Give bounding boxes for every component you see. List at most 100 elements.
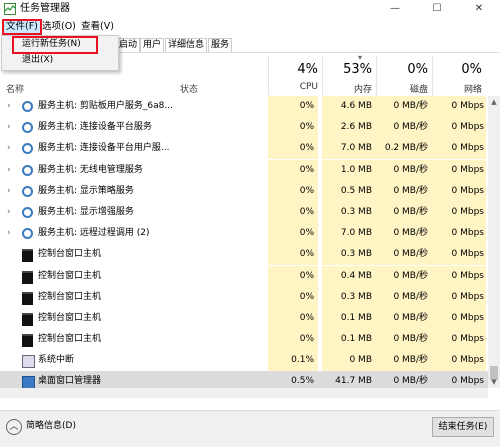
- horizontal-scrollbar[interactable]: [0, 388, 488, 398]
- network-cell: 0 Mbps: [432, 180, 486, 202]
- process-row[interactable]: › 服务主机: 无线电管理服务 0% 1.0 MB 0 MB/秒 0 Mbps: [0, 159, 488, 181]
- column-network[interactable]: 网络: [432, 82, 482, 95]
- process-row[interactable]: › 服务主机: 显示增强服务 0% 0.3 MB 0 MB/秒 0 Mbps: [0, 201, 488, 223]
- column-memory[interactable]: 内存: [320, 82, 372, 95]
- end-task-button[interactable]: 结束任务(E): [432, 417, 494, 437]
- gear-icon: [22, 122, 33, 134]
- cpu-cell: 0%: [268, 307, 318, 329]
- network-cell: 0 Mbps: [432, 265, 486, 287]
- cpu-cell: 0%: [268, 96, 318, 117]
- network-cell: 0 Mbps: [432, 138, 486, 160]
- disk-cell: 0 MB/秒: [376, 350, 432, 372]
- menu-item-run-new-task[interactable]: 运行新任务(N): [22, 37, 81, 51]
- menu-file[interactable]: 文件(F): [2, 19, 42, 35]
- process-name: 服务主机: 无线电管理服务: [38, 164, 143, 175]
- tab-details[interactable]: 详细信息: [165, 38, 208, 52]
- disk-total: 0%: [407, 62, 428, 77]
- window-title: 任务管理器: [20, 3, 70, 14]
- process-name: 服务主机: 剪贴板用户服务_6a8...: [38, 101, 173, 111]
- column-divider: [322, 55, 323, 95]
- menu-item-exit[interactable]: 退出(X): [22, 53, 53, 67]
- memory-cell: 0.1 MB: [322, 307, 376, 329]
- column-disk[interactable]: 磁盘: [378, 82, 428, 95]
- disk-cell: 0 MB/秒: [376, 117, 432, 139]
- expand-chevron-icon[interactable]: ›: [7, 117, 11, 138]
- process-row[interactable]: 系统中断 0.1% 0 MB 0 MB/秒 0 Mbps: [0, 350, 488, 372]
- cpu-cell: 0%: [268, 201, 318, 223]
- network-total: 0%: [461, 62, 482, 77]
- close-button[interactable]: ✕: [458, 0, 500, 19]
- process-name: 控制台窗口主机: [38, 270, 102, 281]
- process-row[interactable]: › 服务主机: 显示策略服务 0% 0.5 MB 0 MB/秒 0 Mbps: [0, 180, 488, 202]
- scroll-up-icon[interactable]: ▲: [488, 96, 500, 108]
- process-row[interactable]: 控制台窗口主机 0% 0.1 MB 0 MB/秒 0 Mbps: [0, 329, 488, 351]
- disk-cell: 0 MB/秒: [376, 223, 432, 245]
- expand-chevron-icon[interactable]: ›: [7, 202, 11, 223]
- footer: ︿ 简略信息(D) 结束任务(E): [0, 410, 500, 447]
- gear-icon: [22, 143, 33, 155]
- network-cell: 0 Mbps: [432, 201, 486, 223]
- disk-cell: 0 MB/秒: [376, 201, 432, 223]
- scroll-down-icon[interactable]: ▼: [488, 376, 500, 388]
- menu-options[interactable]: 选项(O): [40, 20, 78, 34]
- expand-chevron-icon[interactable]: ›: [7, 181, 11, 202]
- maximize-button[interactable]: ☐: [416, 0, 458, 19]
- tab-startup[interactable]: 启动: [116, 38, 141, 52]
- process-row[interactable]: › 服务主机: 连接设备平台服务 0% 2.6 MB 0 MB/秒 0 Mbps: [0, 117, 488, 139]
- gear-icon: [22, 206, 33, 218]
- process-row[interactable]: › 服务主机: 剪贴板用户服务_6a8... 0% 4.6 MB 0 MB/秒 0 Mbp…: [0, 96, 488, 117]
- column-divider: [268, 55, 269, 95]
- network-cell: 0 Mbps: [432, 350, 486, 372]
- memory-cell: 0.3 MB: [322, 201, 376, 223]
- cpu-cell: 0%: [268, 286, 318, 308]
- process-row[interactable]: › 服务主机: 远程过程调用 (2) 0% 7.0 MB 0 MB/秒 0 Mbps: [0, 223, 488, 245]
- process-row[interactable]: 控制台窗口主机 0% 0.3 MB 0 MB/秒 0 Mbps: [0, 286, 488, 308]
- cpu-cell: 0%: [268, 117, 318, 139]
- memory-total: 53%: [343, 62, 372, 77]
- chevron-up-icon[interactable]: ︿: [6, 419, 22, 435]
- network-cell: 0 Mbps: [432, 96, 486, 117]
- vertical-scrollbar[interactable]: ▲ ▼: [488, 96, 500, 388]
- console-window-icon: [22, 291, 33, 305]
- memory-cell: 0 MB: [322, 350, 376, 372]
- process-name: 服务主机: 显示增强服务: [38, 206, 134, 217]
- expand-chevron-icon[interactable]: ›: [7, 223, 11, 244]
- process-row[interactable]: 控制台窗口主机 0% 0.1 MB 0 MB/秒 0 Mbps: [0, 307, 488, 329]
- fewer-details-link[interactable]: 简略信息(D): [26, 420, 76, 432]
- expand-chevron-icon[interactable]: ›: [7, 160, 11, 181]
- menu-view[interactable]: 查看(V): [79, 20, 116, 34]
- disk-cell: 0 MB/秒: [376, 329, 432, 351]
- column-divider: [432, 55, 433, 95]
- expand-chevron-icon[interactable]: ›: [7, 96, 11, 117]
- cpu-cell: 0%: [268, 159, 318, 181]
- column-divider: [376, 55, 377, 95]
- column-name[interactable]: 名称: [6, 82, 24, 95]
- process-name: 控制台窗口主机: [38, 312, 102, 323]
- memory-cell: 0.5 MB: [322, 180, 376, 202]
- column-status[interactable]: 状态: [180, 82, 198, 95]
- tab-services[interactable]: 服务: [208, 38, 233, 52]
- network-cell: 0 Mbps: [432, 286, 486, 308]
- column-cpu[interactable]: CPU: [268, 82, 318, 92]
- gear-icon: [22, 101, 33, 112]
- cpu-cell: 0%: [268, 180, 318, 202]
- network-cell: 0 Mbps: [432, 329, 486, 351]
- cpu-cell: 0%: [268, 223, 318, 245]
- process-name: 控制台窗口主机: [38, 334, 102, 345]
- memory-cell: 0.3 MB: [322, 286, 376, 308]
- tab-users[interactable]: 用户: [140, 38, 165, 52]
- process-row[interactable]: › 服务主机: 连接设备平台用户服... 0% 7.0 MB 0.2 MB/秒 0 Mbp…: [0, 138, 488, 160]
- process-row[interactable]: 控制台窗口主机 0% 0.4 MB 0 MB/秒 0 Mbps: [0, 265, 488, 287]
- file-menu-dropdown: 运行新任务(N) 退出(X): [1, 35, 119, 71]
- minimize-button[interactable]: —: [374, 0, 416, 19]
- expand-chevron-icon[interactable]: ›: [7, 138, 11, 159]
- process-row[interactable]: 控制台窗口主机 0% 0.3 MB 0 MB/秒 0 Mbps: [0, 244, 488, 266]
- memory-cell: 2.6 MB: [322, 117, 376, 139]
- process-name: 控制台窗口主机: [38, 291, 102, 302]
- network-cell: 0 Mbps: [432, 117, 486, 139]
- network-cell: 0 Mbps: [432, 244, 486, 266]
- gear-icon: [22, 228, 33, 240]
- network-cell: 0 Mbps: [432, 223, 486, 245]
- console-window-icon: [22, 270, 33, 284]
- cpu-cell: 0%: [268, 138, 318, 160]
